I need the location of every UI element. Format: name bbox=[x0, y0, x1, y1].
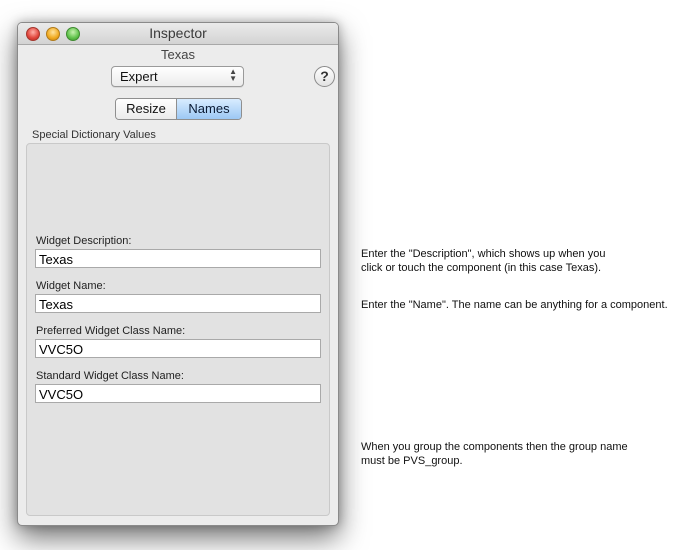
note-line: Enter the "Name". The name can be anythi… bbox=[361, 299, 668, 311]
mode-popup-value: Expert bbox=[120, 69, 158, 84]
title-bar[interactable]: Inspector bbox=[18, 23, 338, 45]
mode-popup-button[interactable]: Expert ▲ ▼ bbox=[111, 66, 244, 87]
name-note: Enter the "Name". The name can be anythi… bbox=[361, 298, 668, 312]
widget-name-label: Widget Name: bbox=[36, 280, 106, 292]
segment-resize[interactable]: Resize bbox=[116, 99, 177, 119]
widget-description-label: Widget Description: bbox=[36, 235, 132, 247]
widget-name-field[interactable]: Texas bbox=[35, 294, 321, 313]
view-segmented-control: Resize Names bbox=[115, 98, 242, 120]
inspector-window: Inspector Texas Expert ▲ ▼ ? Resize Names… bbox=[17, 22, 339, 526]
note-line: must be PVS_group. bbox=[361, 455, 463, 467]
note-line: When you group the components then the g… bbox=[361, 441, 628, 453]
help-button[interactable]: ? bbox=[314, 66, 335, 87]
standard-class-name-field[interactable]: VVC5O bbox=[35, 384, 321, 403]
selected-object-name: Texas bbox=[161, 47, 195, 62]
window-title: Inspector bbox=[149, 25, 207, 41]
preferred-class-name-field[interactable]: VVC5O bbox=[35, 339, 321, 358]
segment-names[interactable]: Names bbox=[177, 99, 241, 119]
description-note: Enter the "Description", which shows up … bbox=[361, 247, 605, 275]
note-line: Enter the "Description", which shows up … bbox=[361, 248, 606, 260]
group-label: Special Dictionary Values bbox=[32, 129, 156, 141]
standard-class-name-label: Standard Widget Class Name: bbox=[36, 370, 184, 382]
widget-description-field[interactable]: Texas bbox=[35, 249, 321, 268]
special-dictionary-values-box: Widget Description: Texas Widget Name: T… bbox=[26, 143, 330, 516]
group-note: When you group the components then the g… bbox=[361, 440, 628, 468]
note-line: click or touch the component (in this ca… bbox=[361, 262, 602, 274]
updown-arrows-icon: ▲ ▼ bbox=[229, 67, 237, 83]
preferred-class-name-label: Preferred Widget Class Name: bbox=[36, 325, 186, 337]
